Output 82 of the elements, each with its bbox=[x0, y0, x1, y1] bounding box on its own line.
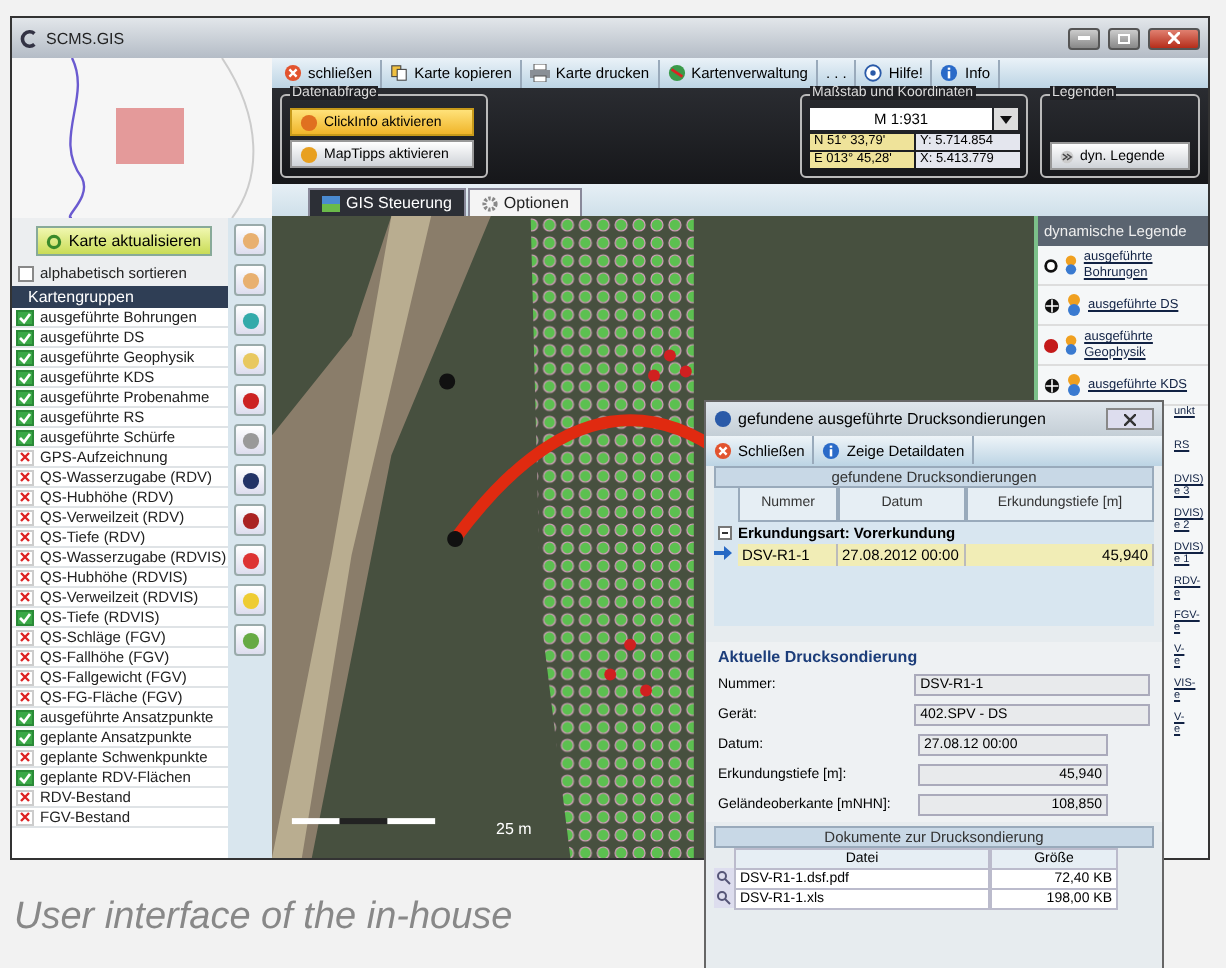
close-icon bbox=[1124, 413, 1136, 425]
layer-icon bbox=[1066, 374, 1082, 396]
scale-label: 25 m bbox=[496, 820, 532, 838]
close-icon bbox=[284, 64, 302, 82]
magnifier-icon[interactable] bbox=[714, 868, 734, 888]
cross-icon[interactable] bbox=[16, 789, 34, 805]
tab[interactable]: Optionen bbox=[467, 188, 583, 216]
tick-icon[interactable] bbox=[16, 369, 34, 385]
close-button[interactable] bbox=[1148, 27, 1200, 49]
app-logo-icon bbox=[20, 29, 38, 47]
cross-icon[interactable] bbox=[16, 649, 34, 665]
caret-down-icon bbox=[1000, 115, 1013, 123]
minimize-icon bbox=[1078, 36, 1090, 40]
tool-button[interactable] bbox=[234, 504, 266, 536]
collapse-icon bbox=[718, 526, 732, 540]
tick-icon[interactable] bbox=[16, 429, 34, 445]
tick-icon[interactable] bbox=[16, 729, 34, 745]
tick-icon[interactable] bbox=[16, 309, 34, 325]
cross-icon[interactable] bbox=[16, 669, 34, 685]
gear-icon bbox=[481, 195, 498, 211]
window-title: SCMS.GIS bbox=[46, 29, 127, 47]
dialog-title: gefundene ausgeführte Drucksondierungen bbox=[738, 410, 1048, 428]
cross-icon[interactable] bbox=[16, 809, 34, 825]
cross-icon[interactable] bbox=[16, 469, 34, 485]
tab[interactable]: GIS Steuerung bbox=[308, 188, 466, 216]
arrow-right-icon bbox=[714, 546, 732, 560]
round-icon bbox=[241, 631, 259, 649]
round-icon bbox=[241, 551, 259, 569]
globe-icon bbox=[667, 64, 686, 82]
tick-icon[interactable] bbox=[16, 329, 34, 345]
minimize-button[interactable] bbox=[1068, 27, 1100, 49]
ring-symbol-icon bbox=[1044, 257, 1058, 273]
magnifier-icon[interactable] bbox=[714, 888, 734, 908]
printer-icon bbox=[529, 64, 550, 82]
layer-icon bbox=[1063, 254, 1078, 276]
dot-symbol-icon bbox=[1044, 337, 1059, 353]
update-map-button[interactable]: Karte aktualisieren bbox=[36, 226, 212, 256]
cross-icon[interactable] bbox=[16, 589, 34, 605]
cross-icon[interactable] bbox=[16, 689, 34, 705]
round-icon bbox=[241, 431, 259, 449]
tool-button[interactable] bbox=[234, 384, 266, 416]
map-groups-header: Kartengruppen bbox=[12, 286, 228, 308]
round-icon bbox=[241, 511, 259, 529]
cross-icon[interactable] bbox=[16, 749, 34, 765]
maximize-button[interactable] bbox=[1108, 27, 1140, 49]
round-icon bbox=[241, 471, 259, 489]
close-icon bbox=[714, 441, 732, 459]
maximize-icon bbox=[1118, 33, 1130, 43]
tick-icon[interactable] bbox=[16, 349, 34, 365]
round-icon bbox=[241, 271, 259, 289]
layer-icon bbox=[1066, 294, 1082, 316]
round-icon bbox=[241, 351, 259, 369]
cross-icon[interactable] bbox=[16, 569, 34, 585]
tick-icon[interactable] bbox=[16, 409, 34, 425]
info-icon bbox=[940, 64, 959, 82]
round-icon bbox=[241, 311, 259, 329]
layer-icon bbox=[1064, 334, 1079, 356]
cross-icon[interactable] bbox=[16, 529, 34, 545]
cross-icon[interactable] bbox=[16, 449, 34, 465]
round-icon bbox=[241, 231, 259, 249]
tick-icon[interactable] bbox=[16, 609, 34, 625]
close-icon bbox=[1168, 32, 1180, 44]
cross-icon[interactable] bbox=[16, 549, 34, 565]
cross-icon[interactable] bbox=[16, 489, 34, 505]
round-icon bbox=[241, 391, 259, 409]
cross-icon[interactable] bbox=[16, 509, 34, 525]
cross-icon[interactable] bbox=[16, 629, 34, 645]
close-button[interactable] bbox=[1106, 408, 1154, 430]
tool-button[interactable] bbox=[234, 464, 266, 496]
caption: User interface of the in-house bbox=[14, 896, 513, 940]
map-layers-icon bbox=[322, 195, 340, 211]
tick-icon[interactable] bbox=[16, 769, 34, 785]
info-icon bbox=[822, 441, 841, 459]
refresh-icon bbox=[46, 233, 63, 249]
round-icon bbox=[241, 591, 259, 609]
double-arrow-icon bbox=[1060, 149, 1074, 163]
dropdown-button[interactable] bbox=[994, 108, 1018, 130]
details-title: Aktuelle Drucksondierung bbox=[718, 648, 920, 666]
tick-icon[interactable] bbox=[16, 709, 34, 725]
tick-icon[interactable] bbox=[16, 389, 34, 405]
copy-icon bbox=[390, 64, 409, 82]
sort-checkbox[interactable] bbox=[18, 265, 34, 281]
